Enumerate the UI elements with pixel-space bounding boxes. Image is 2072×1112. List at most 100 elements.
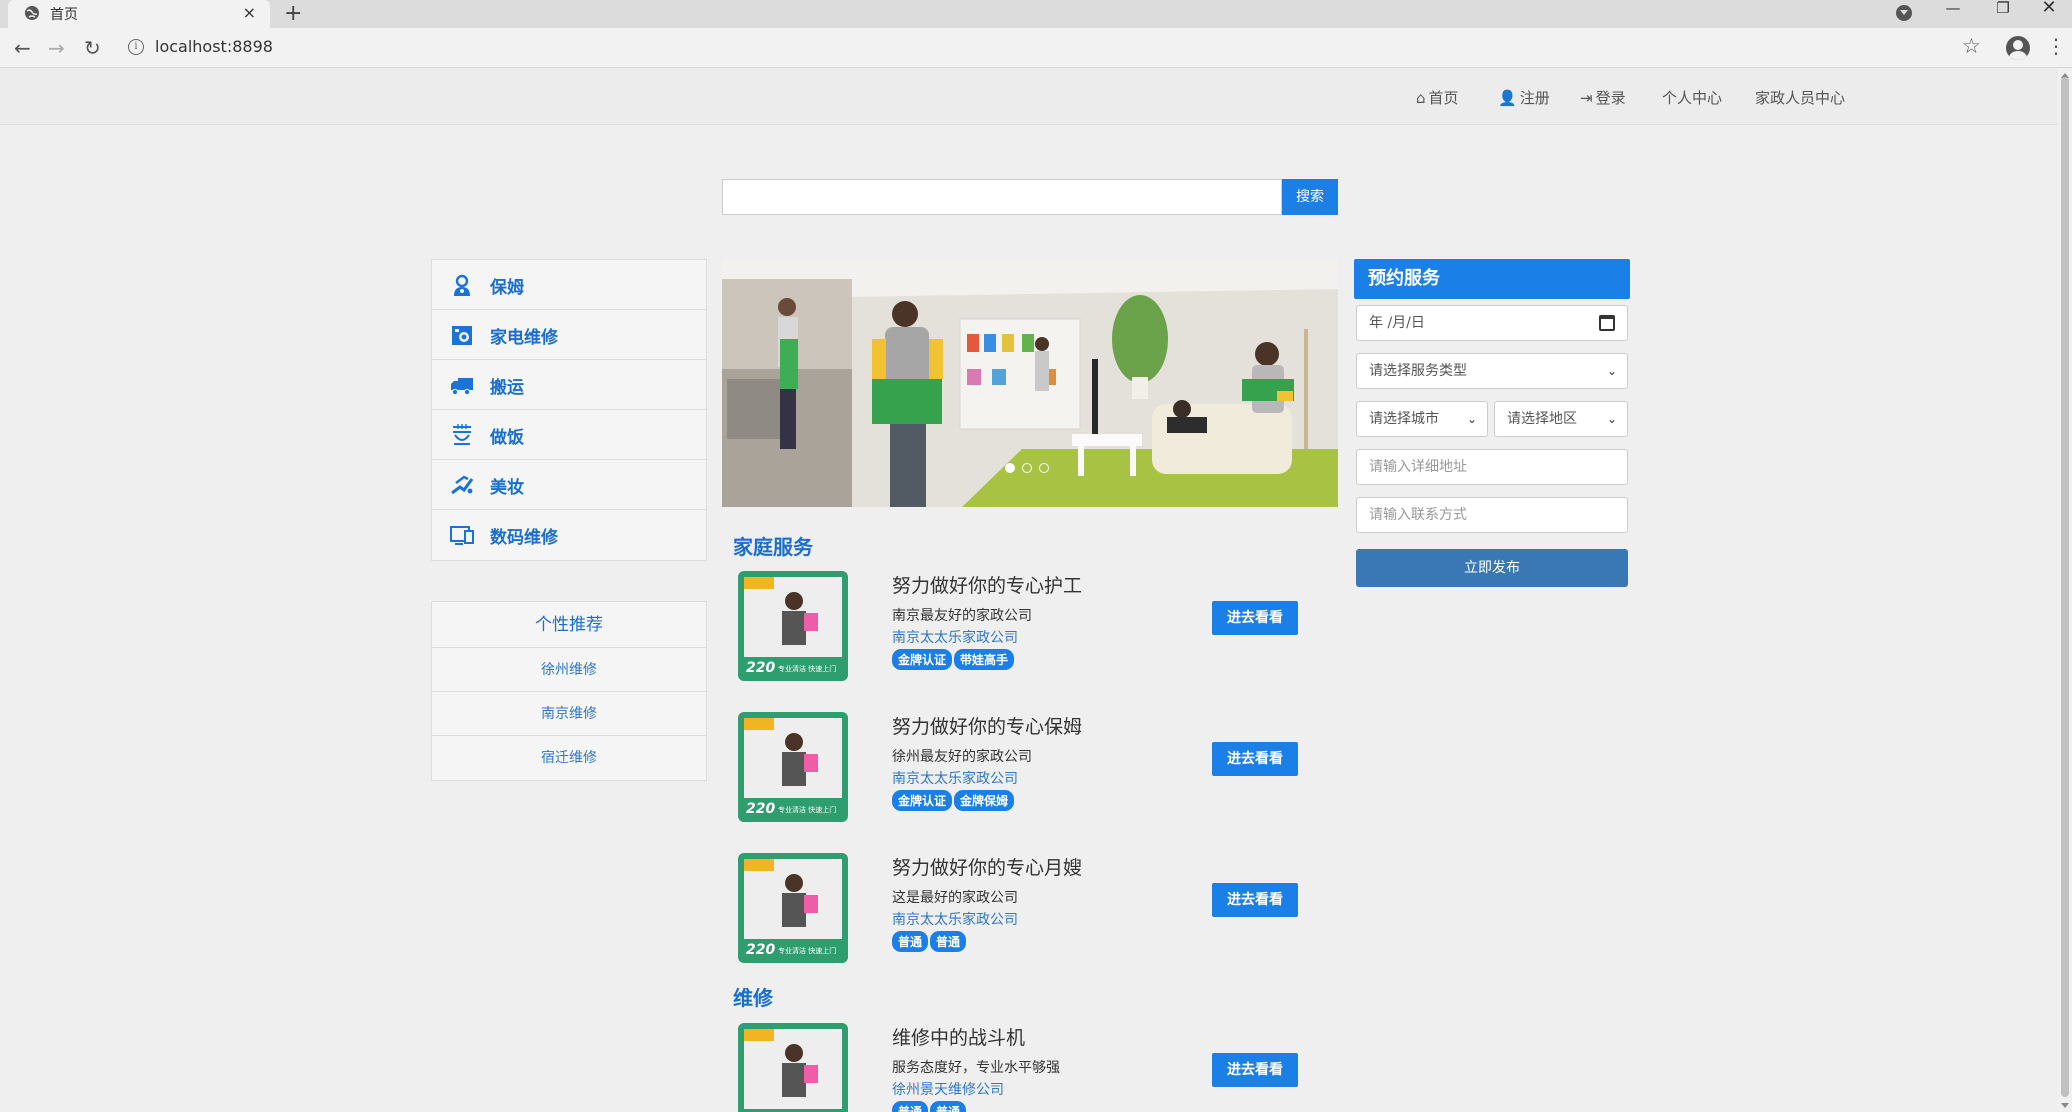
- browser-menu-icon[interactable]: ⋮: [2046, 34, 2066, 58]
- profile-avatar-icon[interactable]: [2006, 36, 2030, 60]
- search-button[interactable]: 搜索: [1282, 179, 1338, 215]
- listing-tag: 普通: [930, 931, 967, 952]
- category-item-makeup[interactable]: 美妆: [432, 460, 706, 510]
- new-tab-button[interactable]: +: [284, 1, 302, 26]
- date-field-value: 年 /月/日: [1369, 315, 1425, 331]
- category-label: 保姆: [490, 278, 524, 298]
- digital-repair-icon: [450, 526, 474, 545]
- scroll-thumb[interactable]: [2061, 77, 2069, 1097]
- reload-icon[interactable]: ↻: [84, 36, 101, 60]
- nav-staff-center[interactable]: 家政人员中心: [1755, 87, 1845, 108]
- listing-title[interactable]: 努力做好你的专心护工: [892, 571, 1082, 598]
- listing-company-link[interactable]: 南京太太乐家政公司: [892, 627, 1018, 647]
- listing-company-link[interactable]: 南京太太乐家政公司: [892, 768, 1018, 788]
- booking-panel: 预约服务 年 /月/日 请选择服务类型 ⌄ 请选择城市 ⌄ 请选择地区 ⌄ 请输…: [1354, 259, 1630, 587]
- address-bar: ← → ↻ i localhost:8898 ☆ ⋮: [0, 28, 2072, 68]
- listing-tag: 普通: [892, 931, 929, 952]
- listing-tag: 金牌认证: [892, 790, 953, 811]
- page-content: ⌂ 首页 👤 注册 ⇥ 登录 个人中心 家政人员中心 搜索 保姆 家电维修 搬运…: [0, 69, 2058, 1112]
- listing-tags: 金牌认证 带娃高手: [892, 649, 1016, 670]
- site-info-icon[interactable]: i: [128, 39, 144, 55]
- category-item-cooking[interactable]: 做饭: [432, 410, 706, 460]
- listing-title[interactable]: 努力做好你的专心月嫂: [892, 853, 1082, 880]
- listing-company-link[interactable]: 南京太太乐家政公司: [892, 909, 1018, 929]
- carousel-dot-2[interactable]: [1022, 463, 1032, 473]
- listing-tags: 普通 普通: [892, 931, 968, 952]
- category-item-digital-repair[interactable]: 数码维修: [432, 510, 706, 560]
- listing-thumbnail[interactable]: 220 专业清洁 快速上门: [738, 853, 848, 963]
- category-item-nanny[interactable]: 保姆: [432, 260, 706, 310]
- publish-button[interactable]: 立即发布: [1356, 549, 1628, 587]
- service-type-value: 请选择服务类型: [1369, 363, 1467, 379]
- nav-home[interactable]: ⌂ 首页: [1416, 87, 1459, 108]
- listing-tag: 金牌保姆: [954, 790, 1015, 811]
- truck-icon: [451, 378, 473, 396]
- listing-card: 220 专业清洁 快速上门 努力做好你的专心月嫂 这是最好的家政公司 南京太太乐…: [738, 853, 1298, 963]
- category-item-moving[interactable]: 搬运: [432, 360, 706, 410]
- banner-carousel[interactable]: [722, 259, 1338, 507]
- listing-tag: 带娃高手: [954, 649, 1015, 670]
- view-details-button[interactable]: 进去看看: [1212, 601, 1298, 635]
- makeup-icon: [451, 475, 474, 495]
- back-icon[interactable]: ←: [14, 36, 31, 60]
- bookmark-star-icon[interactable]: ☆: [1962, 34, 1981, 58]
- city-select[interactable]: 请选择城市 ⌄: [1356, 401, 1488, 437]
- recommendation-item[interactable]: 南京维修: [432, 692, 706, 736]
- nav-login[interactable]: ⇥ 登录: [1580, 87, 1626, 108]
- category-label: 数码维修: [490, 528, 558, 548]
- carousel-dot-1[interactable]: [1005, 463, 1015, 473]
- listing-tags: 普通 普通: [892, 1101, 968, 1112]
- view-details-button[interactable]: 进去看看: [1212, 742, 1298, 776]
- user-icon: 👤: [1498, 89, 1517, 107]
- category-item-appliance-repair[interactable]: 家电维修: [432, 310, 706, 360]
- nav-register[interactable]: 👤 注册: [1498, 87, 1550, 108]
- calendar-icon[interactable]: [1599, 315, 1615, 331]
- category-label: 家电维修: [490, 328, 558, 348]
- recommendation-item[interactable]: 徐州维修: [432, 648, 706, 692]
- tab-title: 首页: [50, 7, 78, 23]
- chevron-down-icon: ⌄: [1606, 364, 1617, 378]
- chevron-down-icon: ⌄: [1606, 412, 1617, 426]
- minimize-icon[interactable]: —: [1930, 0, 1976, 28]
- service-type-select[interactable]: 请选择服务类型 ⌄: [1356, 353, 1628, 389]
- tab-search-icon[interactable]: [1896, 5, 1912, 21]
- thumb-caption: 专业清洁 快速上门: [778, 664, 836, 673]
- listing-tag: 普通: [930, 1101, 967, 1112]
- appliance-repair-icon: [452, 326, 472, 345]
- listing-tag: 普通: [892, 1101, 929, 1112]
- thumb-caption: 专业清洁 快速上门: [778, 946, 836, 955]
- restore-icon[interactable]: ❐: [1980, 0, 2026, 28]
- district-select[interactable]: 请选择地区 ⌄: [1494, 401, 1628, 437]
- listing-title[interactable]: 努力做好你的专心保姆: [892, 712, 1082, 739]
- carousel-dot-3[interactable]: [1039, 463, 1049, 473]
- recommendation-item[interactable]: 宿迁维修: [432, 736, 706, 780]
- forward-icon[interactable]: →: [48, 36, 65, 60]
- browser-tabbar: 首页 × + — ❐ ✕: [0, 0, 2072, 28]
- url-field[interactable]: localhost:8898: [155, 37, 273, 56]
- view-details-button[interactable]: 进去看看: [1212, 1053, 1298, 1087]
- page-scrollbar[interactable]: [2058, 69, 2072, 1112]
- view-details-button[interactable]: 进去看看: [1212, 883, 1298, 917]
- listing-title[interactable]: 维修中的战斗机: [892, 1023, 1025, 1050]
- district-value: 请选择地区: [1507, 411, 1577, 427]
- listing-card: 220 专业清洁 快速上门 维修中的战斗机 服务态度好，专业水平够强 徐州景天维…: [738, 1023, 1298, 1112]
- search-input[interactable]: [722, 179, 1282, 215]
- contact-input[interactable]: 请输入联系方式: [1356, 497, 1628, 533]
- category-label: 搬运: [490, 378, 524, 398]
- listing-thumbnail[interactable]: 220 专业清洁 快速上门: [738, 1023, 848, 1112]
- thumb-badge: 220: [746, 942, 775, 958]
- listing-company-link[interactable]: 徐州景天维修公司: [892, 1079, 1004, 1099]
- tab-close-icon[interactable]: ×: [243, 3, 256, 22]
- listing-thumbnail[interactable]: 220 专业清洁 快速上门: [738, 712, 848, 822]
- globe-icon: [25, 6, 39, 20]
- window-close-icon[interactable]: ✕: [2026, 0, 2072, 28]
- browser-tab[interactable]: 首页 ×: [8, 0, 270, 28]
- listing-description: 徐州最友好的家政公司: [892, 749, 1032, 765]
- date-field[interactable]: 年 /月/日: [1356, 305, 1628, 341]
- nav-personal-center[interactable]: 个人中心: [1662, 87, 1722, 108]
- listing-thumbnail[interactable]: 220 专业清洁 快速上门: [738, 571, 848, 681]
- category-label: 美妆: [490, 478, 524, 498]
- address-input[interactable]: 请输入详细地址: [1356, 449, 1628, 485]
- listing-tags: 金牌认证 金牌保姆: [892, 790, 1016, 811]
- scroll-down-icon[interactable]: [2061, 1103, 2069, 1108]
